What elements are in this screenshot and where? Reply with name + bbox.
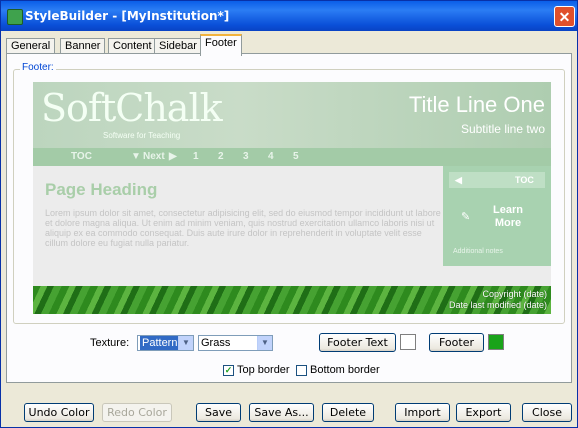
footer-color-swatch[interactable]: [488, 334, 504, 350]
sidebar-toc-arrow-icon: ◀: [455, 175, 462, 185]
learn-label: Learn: [493, 204, 523, 216]
learn-more-text: Learn More: [473, 204, 543, 230]
window-close-button[interactable]: ✕: [554, 6, 575, 27]
preview-page-heading: Page Heading: [45, 180, 158, 199]
close-button[interactable]: Close: [522, 403, 572, 422]
title-bar[interactable]: StyleBuilder - [MyInstitution*] ✕: [1, 1, 577, 31]
preview-title-line: Title Line One: [408, 92, 545, 117]
texture-type-value: Pattern: [140, 336, 180, 350]
chevron-down-icon[interactable]: ▼: [178, 336, 193, 350]
save-button[interactable]: Save: [196, 403, 241, 422]
preview-body-text: Lorem ipsum dolor sit amet, consectetur …: [45, 208, 441, 248]
save-as-button[interactable]: Save As...: [249, 403, 314, 422]
preview-banner: SoftChalk Software for Teaching Title Li…: [33, 82, 551, 148]
pointer-icon: ✎: [461, 211, 471, 223]
bottom-border-label: Bottom border: [310, 364, 380, 376]
nav-page-5: 5: [293, 151, 299, 162]
top-border-checkbox[interactable]: ✓: [223, 365, 234, 376]
preview-navbar: TOC ▼ Next ▶ 1 2 3 4 5: [33, 148, 551, 166]
texture-label: Texture:: [90, 337, 130, 349]
logo-tagline: Software for Teaching: [103, 131, 181, 140]
texture-type-select[interactable]: Pattern ▼: [137, 335, 194, 351]
texture-name-select[interactable]: Grass ▼: [198, 335, 273, 351]
app-icon: [7, 9, 23, 25]
texture-name-value: Grass: [201, 337, 231, 349]
footer-text-color-swatch[interactable]: [400, 334, 416, 350]
undo-color-button[interactable]: Undo Color: [24, 403, 94, 422]
preview-sidebar: ◀ TOC ✎ Learn More Additional notes: [443, 166, 551, 266]
nav-next-arrow-icon: ▶: [169, 151, 177, 162]
nav-page-2: 2: [218, 151, 224, 162]
footer-last-modified: Date last modified (date): [448, 300, 547, 310]
footer-copyright: Copyright (date): [482, 289, 547, 299]
delete-button[interactable]: Delete: [322, 403, 374, 422]
nav-next: Next: [143, 151, 165, 162]
softchalk-logo: SoftChalk: [41, 86, 223, 130]
nav-toc-arrow-icon: ▼: [131, 151, 141, 162]
import-button[interactable]: Import: [395, 403, 450, 422]
stylebuilder-window: StyleBuilder - [MyInstitution*] ✕ Genera…: [0, 0, 578, 428]
tab-footer[interactable]: Footer: [200, 34, 242, 56]
nav-page-3: 3: [243, 151, 249, 162]
chevron-down-icon[interactable]: ▼: [257, 336, 272, 350]
footer-group-label: Footer:: [20, 62, 56, 73]
style-preview: SoftChalk Software for Teaching Title Li…: [33, 82, 551, 314]
preview-subtitle-line: Subtitle line two: [460, 122, 545, 136]
additional-notes: Additional notes: [453, 248, 503, 255]
redo-color-button[interactable]: Redo Color: [102, 403, 172, 422]
bottom-border-checkbox[interactable]: [296, 365, 307, 376]
footer-color-button[interactable]: Footer: [429, 333, 484, 352]
window-title: StyleBuilder - [MyInstitution*]: [25, 9, 230, 23]
sidebar-toc-label: TOC: [515, 175, 534, 185]
nav-page-4: 4: [268, 151, 274, 162]
nav-toc: TOC: [71, 151, 92, 162]
preview-footer: Copyright (date) Date last modified (dat…: [33, 286, 551, 314]
footer-text-color-button[interactable]: Footer Text: [319, 333, 396, 352]
export-button[interactable]: Export: [456, 403, 511, 422]
sidebar-toc-bar: ◀ TOC: [449, 172, 545, 188]
nav-page-1: 1: [193, 151, 199, 162]
top-border-label: Top border: [237, 364, 290, 376]
more-label: More: [494, 217, 522, 229]
